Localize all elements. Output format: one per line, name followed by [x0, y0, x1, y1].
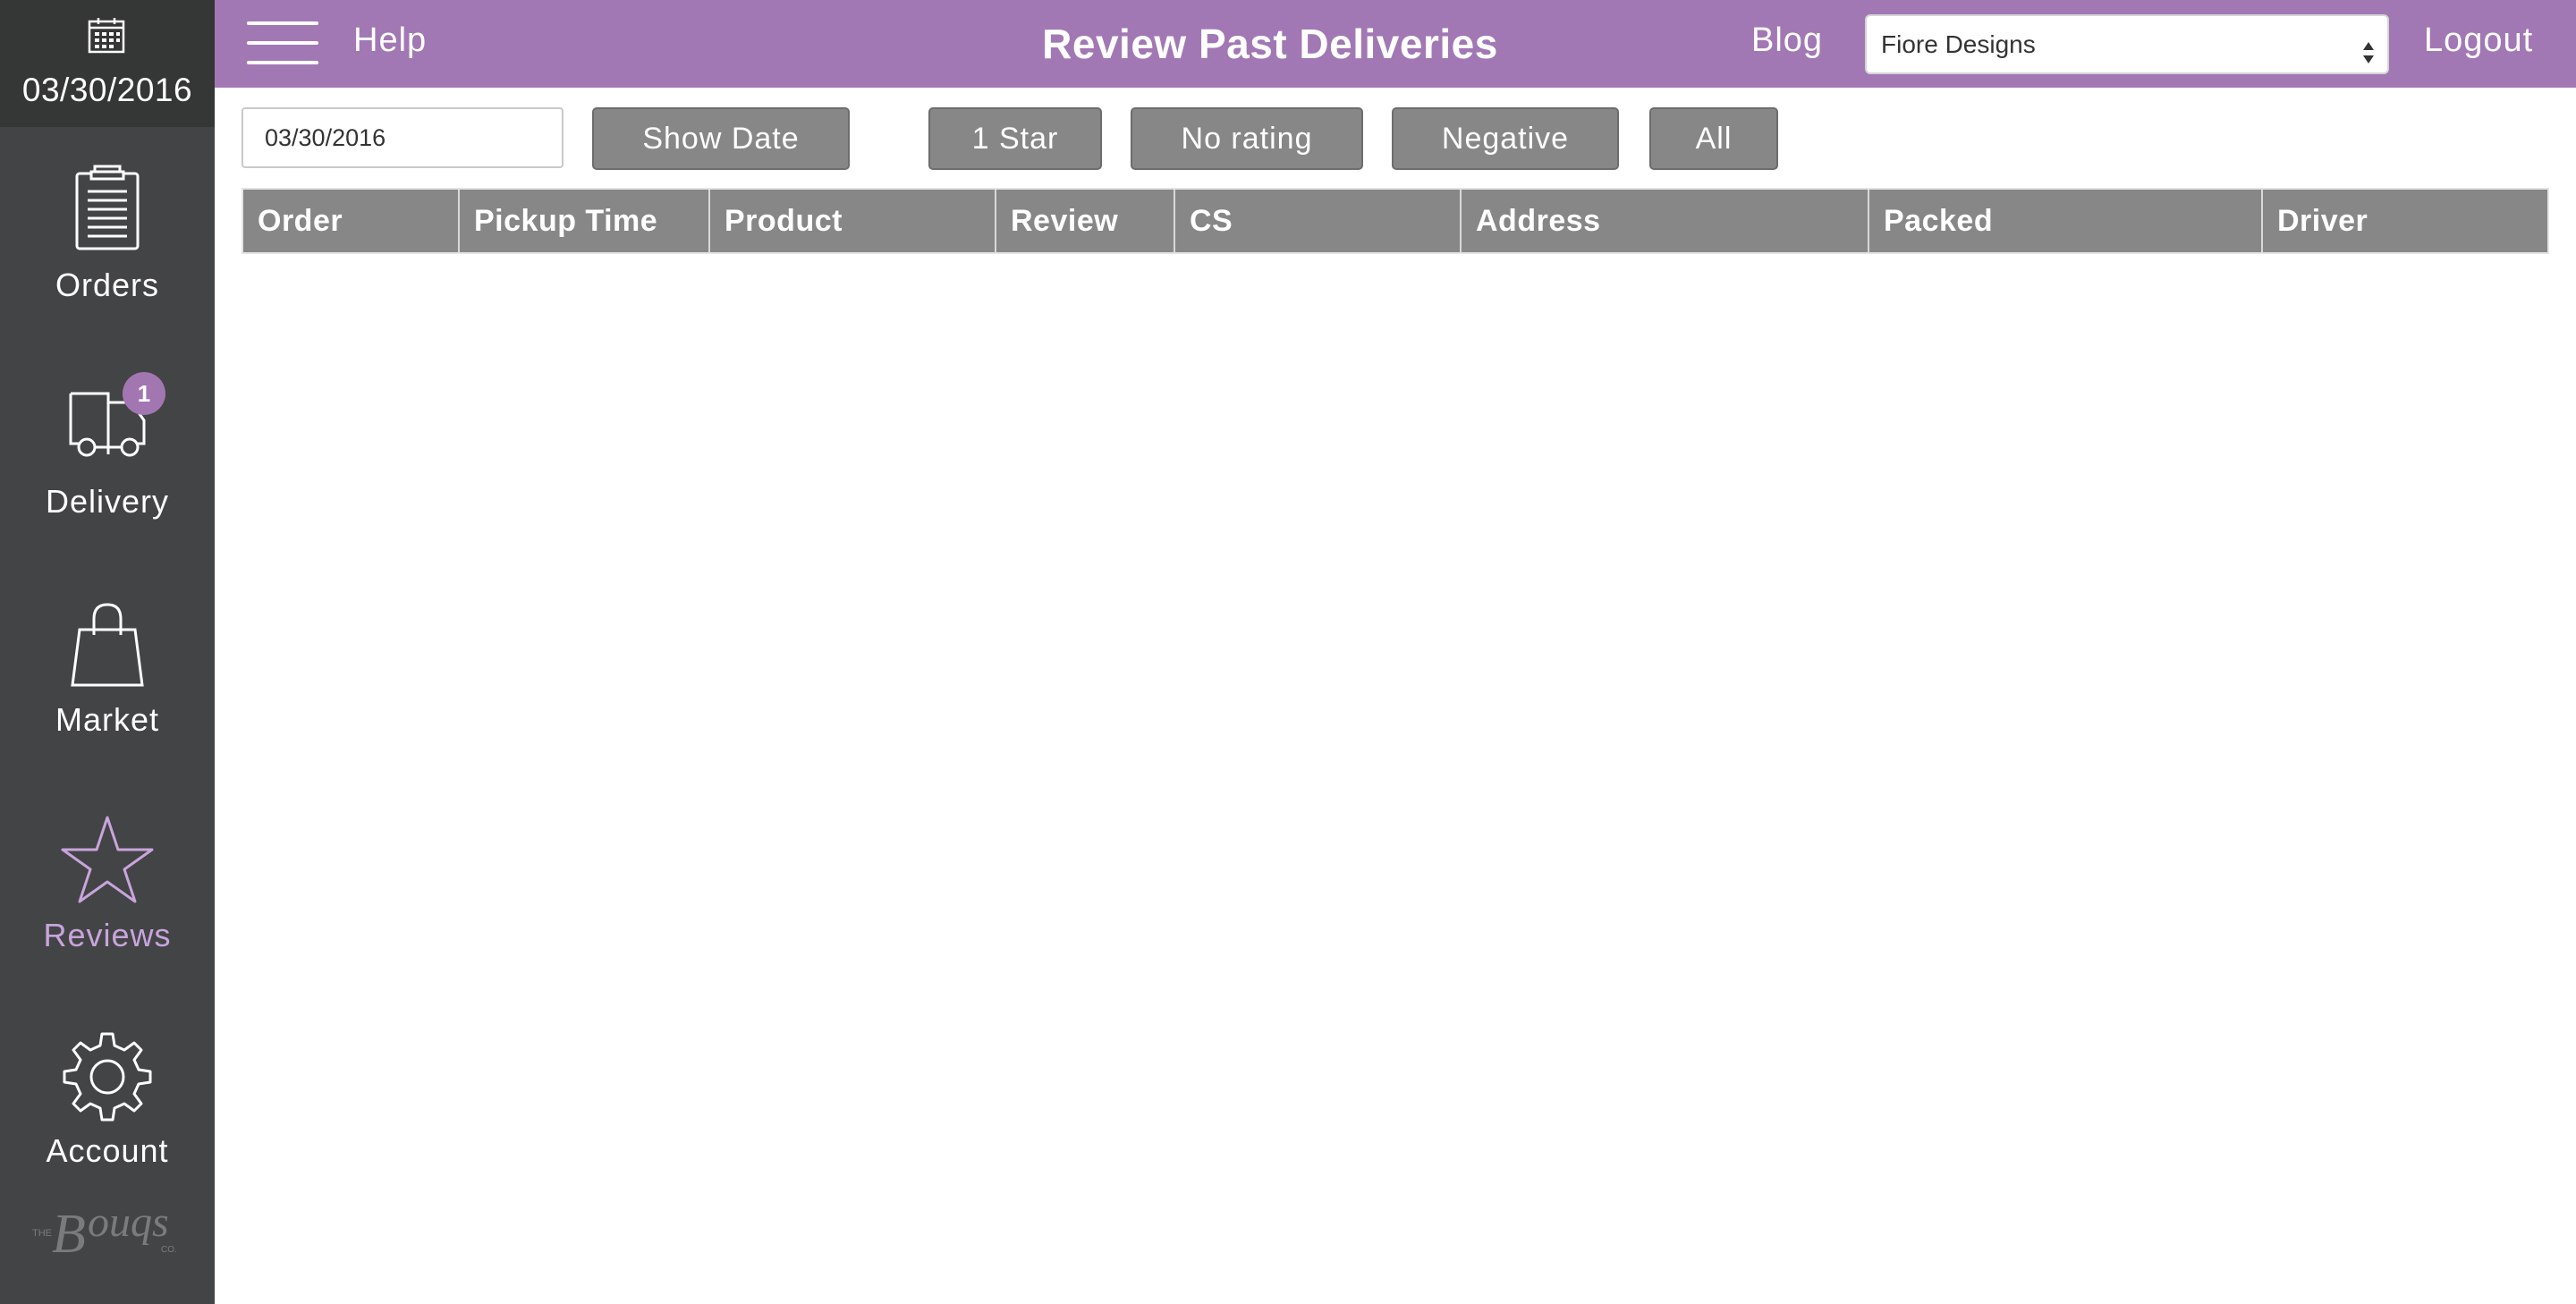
column-header-driver[interactable]: Driver: [2263, 190, 2547, 252]
star-icon: [0, 814, 215, 930]
no-rating-filter-button[interactable]: No rating: [1131, 107, 1363, 170]
svg-text:CO.: CO.: [161, 1245, 177, 1255]
sidebar-item-label: Reviews: [43, 917, 172, 953]
column-header-pickup-time[interactable]: Pickup Time: [460, 190, 710, 252]
deliveries-table-header: Order Pickup Time Product Review CS Addr…: [242, 188, 2549, 254]
column-header-cs[interactable]: CS: [1175, 190, 1462, 252]
current-date: 03/30/2016: [21, 72, 193, 108]
negative-filter-button[interactable]: Negative: [1392, 107, 1619, 170]
logout-link[interactable]: Logout: [2424, 21, 2533, 60]
svg-text:THE: THE: [32, 1228, 52, 1239]
one-star-filter-button[interactable]: 1 Star: [928, 107, 1102, 170]
column-header-order[interactable]: Order: [243, 190, 460, 252]
delivery-count-badge: 1: [123, 372, 165, 415]
blog-link[interactable]: Blog: [1751, 21, 1823, 60]
top-bar: Help Review Past Deliveries Blog Fiore D…: [215, 0, 2576, 88]
gear-icon: [0, 1030, 215, 1147]
app: 03/30/2016 Orders Delivery 1 Market Revi…: [0, 0, 2576, 1304]
clipboard-icon: [0, 163, 215, 279]
sidebar-item-orders[interactable]: Orders: [0, 152, 215, 367]
date-input[interactable]: [242, 107, 564, 168]
sidebar: 03/30/2016 Orders Delivery 1 Market Revi…: [0, 0, 215, 1304]
column-header-product[interactable]: Product: [710, 190, 996, 252]
sidebar-item-label: Delivery: [45, 483, 170, 520]
sidebar-item-label: Orders: [55, 267, 160, 303]
shopping-bag-icon: [0, 599, 215, 716]
column-header-address[interactable]: Address: [1462, 190, 1869, 252]
column-header-packed[interactable]: Packed: [1869, 190, 2263, 252]
all-filter-button[interactable]: All: [1649, 107, 1778, 170]
show-date-button[interactable]: Show Date: [592, 107, 850, 170]
select-arrows-icon: [2362, 30, 2375, 64]
store-select-value: Fiore Designs: [1881, 30, 2036, 58]
sidebar-item-delivery[interactable]: Delivery: [0, 367, 215, 581]
calendar-icon: [88, 16, 125, 54]
sidebar-item-label: Market: [55, 701, 160, 738]
store-select[interactable]: Fiore Designs: [1865, 14, 2389, 74]
sidebar-item-label: Account: [46, 1132, 169, 1169]
bouqs-logo: THE B ouqs CO.: [27, 1198, 188, 1288]
sidebar-item-market[interactable]: Market: [0, 590, 215, 805]
column-header-review[interactable]: Review: [996, 190, 1175, 252]
svg-text:ouqs: ouqs: [88, 1198, 169, 1246]
svg-text:B: B: [52, 1204, 86, 1265]
current-date-block[interactable]: 03/30/2016: [0, 0, 215, 127]
sidebar-item-reviews[interactable]: Reviews: [0, 805, 215, 1020]
